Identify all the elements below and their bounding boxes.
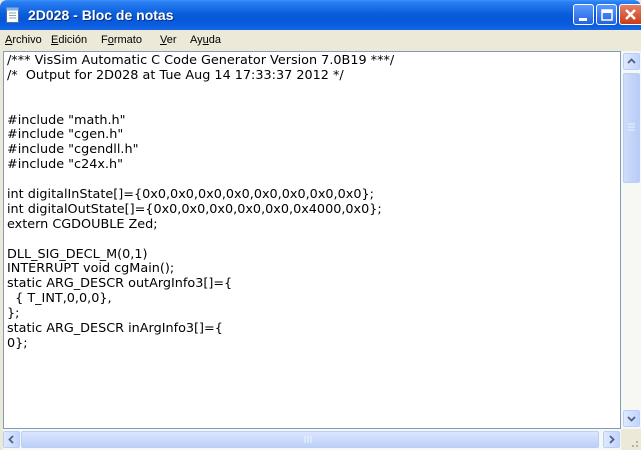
window-title: 2D028 - Bloc de notas (28, 7, 174, 23)
chevron-left-icon (8, 435, 14, 444)
resize-grip[interactable] (621, 429, 641, 450)
minimize-icon (579, 18, 587, 21)
code-line: DLL_SIG_DECL_M(0,1) (7, 246, 148, 262)
chevron-right-icon (609, 435, 615, 444)
menu-edicion[interactable]: Edición (51, 33, 87, 47)
code-line: int digitalOutState[]={0x0,0x0,0x0,0x0,0… (7, 201, 382, 217)
menu-ayuda[interactable]: Ayuda (190, 33, 221, 47)
maximize-button[interactable] (596, 4, 617, 25)
horizontal-scrollbar[interactable] (3, 429, 621, 450)
notepad-window: 2D028 - Bloc de notas Archivo Edición Fo… (0, 0, 641, 450)
title-bar[interactable]: 2D028 - Bloc de notas (0, 0, 641, 30)
code-line: { T_INT,0,0,0}, (7, 291, 112, 307)
code-line: #include "math.h" (7, 112, 126, 128)
code-line: #include "cgen.h" (7, 127, 124, 143)
notepad-icon (6, 7, 20, 23)
grip-icon (628, 123, 635, 131)
horizontal-scroll-thumb[interactable] (21, 431, 599, 448)
resize-grip-icon (632, 441, 638, 447)
maximize-icon (601, 9, 613, 21)
vertical-scroll-thumb[interactable] (623, 73, 640, 183)
menu-archivo[interactable]: Archivo (5, 33, 42, 47)
scroll-down-button[interactable] (623, 410, 640, 427)
scroll-left-button[interactable] (3, 431, 20, 448)
code-line: static ARG_DESCR outArgInfo3[]={ (7, 276, 233, 292)
grip-icon (304, 436, 312, 443)
code-line: 0}; (7, 335, 28, 351)
code-line: INTERRUPT void cgMain(); (7, 261, 175, 277)
menu-bar: Archivo Edición Formato Ver Ayuda (0, 30, 641, 50)
close-button[interactable] (619, 4, 641, 25)
code-line: extern CGDOUBLE Zed; (7, 216, 158, 232)
menu-ver[interactable]: Ver (160, 33, 177, 47)
code-line: #include "c24x.h" (7, 157, 123, 173)
code-line: static ARG_DESCR inArgInfo3[]={ (7, 321, 223, 337)
text-editor[interactable]: /*** VisSim Automatic C Code Generator V… (3, 51, 621, 429)
close-icon (625, 9, 636, 20)
code-line: int digitalInState[]={0x0,0x0,0x0,0x0,0x… (7, 187, 374, 203)
chevron-down-icon (627, 416, 636, 422)
vertical-scrollbar[interactable] (621, 51, 641, 429)
code-line: /*** VisSim Automatic C Code Generator V… (7, 53, 395, 68)
menu-formato[interactable]: Formato (101, 33, 142, 47)
scroll-right-button[interactable] (603, 431, 620, 448)
code-line: /* Output for 2D028 at Tue Aug 14 17:33:… (7, 67, 344, 83)
chevron-up-icon (627, 58, 636, 64)
code-line: }; (7, 306, 20, 322)
minimize-button[interactable] (573, 4, 594, 25)
scroll-up-button[interactable] (623, 53, 640, 70)
document-text: /*** VisSim Automatic C Code Generator V… (7, 53, 395, 352)
code-line: #include "cgendll.h" (7, 142, 139, 158)
